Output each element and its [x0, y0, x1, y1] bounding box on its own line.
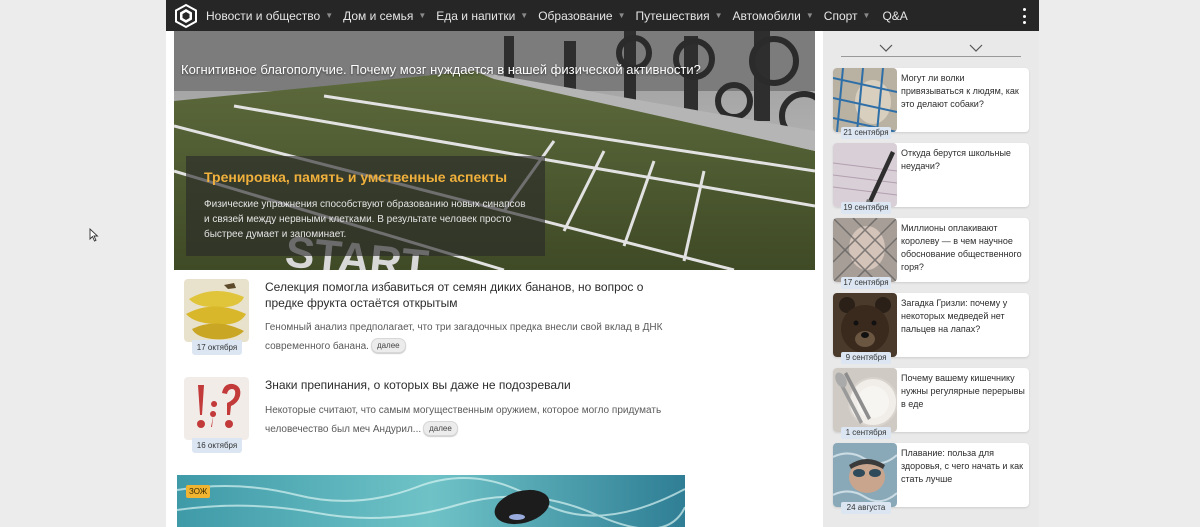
sidebar-title[interactable]: Могут ли волки привязываться к людям, ка… — [901, 72, 1025, 111]
plate-cutlery-image — [833, 368, 897, 432]
bear-image — [833, 293, 897, 357]
more-menu-icon[interactable] — [1023, 8, 1027, 24]
chevron-down-icon — [969, 44, 983, 52]
sidebar-title[interactable]: Плавание: польза для здоровья, с чего на… — [901, 447, 1025, 486]
article-excerpt-text: Геномный анализ предполагает, что три за… — [265, 322, 663, 352]
article-excerpt: Некоторые считают, что самым могуществен… — [265, 401, 705, 439]
sidebar-thumbnail — [833, 143, 897, 207]
sidebar-tabs — [841, 39, 1021, 57]
hero-summary-text: Физические упражнения способствуют образ… — [204, 199, 526, 240]
chevron-down-icon — [879, 44, 893, 52]
sidebar-date: 17 сентября — [841, 277, 891, 289]
sidebar-thumbnail — [833, 293, 897, 357]
swimming-image — [177, 475, 685, 527]
sidebar-thumbnail — [833, 368, 897, 432]
chevron-down-icon: ▼ — [714, 11, 723, 20]
sidebar-tab-2[interactable] — [931, 39, 1021, 56]
nav-item-home-family[interactable]: Дом и семья ▼ — [342, 9, 426, 23]
nav-item-label: Автомобили — [732, 8, 801, 23]
article-title[interactable]: Знаки препинания, о которых вы даже не п… — [265, 377, 685, 393]
pen-paper-image — [833, 143, 897, 207]
nav-item-travel[interactable]: Путешествия ▼ — [635, 9, 723, 23]
list-item: 16 октября Знаки препинания, о которых в… — [184, 377, 694, 467]
nav-item-education[interactable]: Образование ▼ — [537, 9, 625, 23]
sidebar-title[interactable]: Почему вашему кишечнику нужны регулярные… — [901, 372, 1025, 411]
top-navigation: Новости и общество ▼ Дом и семья ▼ Еда и н… — [166, 0, 1039, 31]
nav-item-label: Спорт — [823, 8, 858, 23]
hero-title[interactable]: Когнитивное благополучие. Почему мозг ну… — [181, 62, 701, 77]
chevron-down-icon: ▼ — [520, 11, 529, 20]
article-title[interactable]: Селекция помогла избавиться от семян дик… — [265, 279, 685, 311]
sidebar-title[interactable]: Откуда берутся школьные неудачи? — [901, 147, 1025, 173]
nav-item-label: Путешествия — [635, 8, 710, 23]
main-content: START Когнитивное благополучие. Почему м… — [166, 31, 823, 527]
nav-item-label: Новости и общество — [206, 8, 321, 23]
nav-item-label: Еда и напитки — [436, 8, 516, 23]
article-thumbnail[interactable] — [184, 279, 249, 342]
sidebar-date: 21 сентября — [841, 127, 891, 139]
chevron-down-icon: ▼ — [617, 11, 626, 20]
article-excerpt-text: Некоторые считают, что самым могуществен… — [265, 405, 662, 435]
sidebar-item[interactable]: 9 сентября Загадка Гризли: почему у неко… — [833, 293, 1029, 364]
sidebar-date: 1 сентября — [841, 427, 891, 439]
chevron-down-icon: ▼ — [805, 11, 814, 20]
chevron-down-icon: ▼ — [325, 11, 334, 20]
sidebar-tab-1[interactable] — [841, 39, 931, 56]
featured-article-card[interactable]: ЗОЖ — [177, 475, 685, 527]
read-more-button[interactable]: далее — [423, 421, 458, 436]
sidebar-date: 9 сентября — [841, 352, 891, 364]
nav-item-label: Q&A — [882, 8, 908, 23]
nav-item-qa[interactable]: Q&A — [881, 9, 907, 23]
article-thumbnail[interactable] — [184, 377, 249, 440]
hero-summary-box: Тренировка, память и умственные аспекты … — [186, 156, 545, 256]
category-badge[interactable]: ЗОЖ — [186, 485, 211, 498]
sidebar-date: 24 августа — [841, 502, 891, 514]
wolf-image — [833, 68, 897, 132]
sidebar-item[interactable]: 21 сентября Могут ли волки привязываться… — [833, 68, 1029, 139]
hero-article[interactable]: START Когнитивное благополучие. Почему м… — [174, 31, 815, 270]
sidebar-item[interactable]: 17 сентября Миллионы оплакивают королеву… — [833, 218, 1029, 289]
chevron-down-icon: ▼ — [418, 11, 427, 20]
sidebar-item[interactable]: 19 сентября Откуда берутся школьные неуд… — [833, 143, 1029, 214]
hero-subtitle[interactable]: Тренировка, память и умственные аспекты — [204, 169, 527, 185]
sidebar-item[interactable]: 1 сентября Почему вашему кишечнику нужны… — [833, 368, 1029, 439]
sidebar-thumbnail — [833, 68, 897, 132]
article-date: 16 октября — [192, 438, 242, 453]
article-excerpt: Геномный анализ предполагает, что три за… — [265, 318, 705, 356]
sidebar-title[interactable]: Миллионы оплакивают королеву — в чем нау… — [901, 222, 1025, 274]
swimmer-image — [833, 443, 897, 507]
nav-item-news[interactable]: Новости и общество ▼ — [205, 9, 333, 23]
nav-item-sport[interactable]: Спорт ▼ — [823, 9, 871, 23]
nav-item-label: Образование — [538, 8, 613, 23]
nav-item-food[interactable]: Еда и напитки ▼ — [435, 9, 528, 23]
article-date: 17 октября — [192, 340, 242, 355]
read-more-button[interactable]: далее — [370, 338, 406, 353]
sidebar-title[interactable]: Загадка Гризли: почему у некоторых медве… — [901, 297, 1025, 336]
list-item: 17 октября Селекция помогла избавиться о… — [184, 279, 694, 369]
sidebar-date: 19 сентября — [841, 202, 891, 214]
chevron-down-icon: ▼ — [862, 11, 871, 20]
mouse-cursor-icon — [89, 228, 99, 242]
nav-item-cars[interactable]: Автомобили ▼ — [732, 9, 814, 23]
nav-item-label: Дом и семья — [343, 8, 414, 23]
page: Новости и общество ▼ Дом и семья ▼ Еда и н… — [0, 0, 1200, 527]
banana-image — [184, 279, 249, 342]
crowd-image — [833, 218, 897, 282]
site-logo-icon[interactable] — [173, 3, 199, 29]
sidebar: 21 сентября Могут ли волки привязываться… — [823, 31, 1039, 527]
sidebar-thumbnail — [833, 443, 897, 507]
punctuation-image — [184, 377, 249, 440]
sidebar-thumbnail — [833, 218, 897, 282]
sidebar-item[interactable]: 24 августа Плавание: польза для здоровья… — [833, 443, 1029, 514]
